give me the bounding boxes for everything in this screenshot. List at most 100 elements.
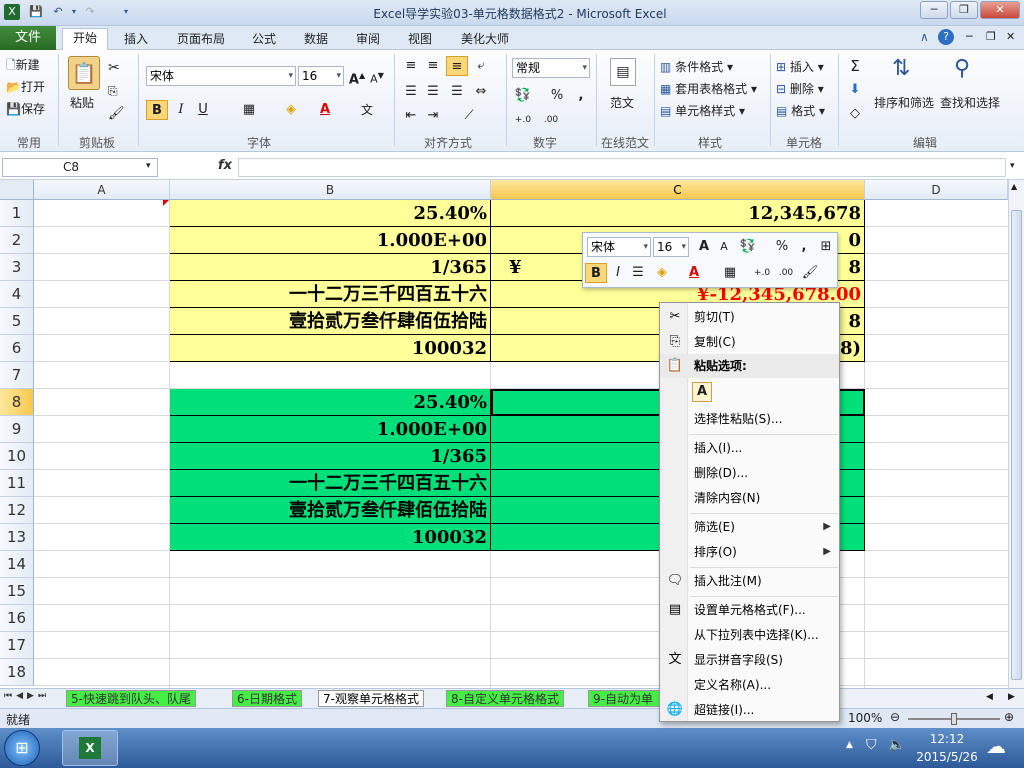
scroll-up-icon[interactable]: ▲: [1011, 182, 1017, 191]
close-button[interactable]: ✕: [980, 1, 1020, 19]
tray-volume-icon[interactable]: 🔈: [888, 737, 905, 753]
menu-item-pick-list[interactable]: 从下拉列表中选择(K)...: [660, 623, 839, 647]
clear-icon[interactable]: ◇: [844, 104, 866, 124]
currency-icon[interactable]: 💱: [512, 86, 534, 106]
menu-item-sort[interactable]: 排序(O) ▶: [660, 540, 839, 564]
bold-button[interactable]: B: [146, 100, 168, 120]
tray-shield-icon[interactable]: ⛉: [866, 737, 877, 753]
merge-center-icon[interactable]: ⇔: [470, 82, 492, 102]
conditional-format-button[interactable]: ▥ 条件格式 ▾: [660, 58, 733, 75]
maximize-button[interactable]: ❐: [950, 1, 978, 19]
name-box-dropdown-icon[interactable]: ▾: [146, 161, 151, 171]
mini-currency-icon[interactable]: 💱: [737, 237, 759, 257]
menu-item-copy[interactable]: ⎘ 复制(C): [660, 330, 839, 354]
table-format-button[interactable]: ▦ 套用表格格式 ▾: [660, 80, 757, 97]
customize-qat-icon[interactable]: ▾: [118, 4, 134, 20]
save-button[interactable]: 💾保存: [6, 100, 45, 117]
undo-icon[interactable]: ↶: [50, 4, 66, 20]
formula-input[interactable]: [238, 158, 1006, 177]
binoculars-icon[interactable]: ⚲: [954, 56, 970, 81]
mini-fill-color-icon[interactable]: ◈: [651, 263, 673, 283]
clock-time[interactable]: 12:12: [912, 732, 982, 746]
row-header-5[interactable]: 5: [0, 308, 34, 335]
row-header-16[interactable]: 16: [0, 605, 34, 632]
scroll-thumb[interactable]: [1011, 210, 1022, 680]
border-icon[interactable]: ▦: [238, 100, 260, 120]
row-header-12[interactable]: 12: [0, 497, 34, 524]
insert-cells-button[interactable]: ⊞ 插入 ▾: [776, 58, 824, 75]
row-header-17[interactable]: 17: [0, 632, 34, 659]
fill-down-icon[interactable]: ⬇: [844, 80, 866, 100]
tab-data[interactable]: 数据: [296, 30, 336, 50]
cell-b2[interactable]: 1.000E+00: [170, 227, 491, 254]
row-header-2[interactable]: 2: [0, 227, 34, 254]
menu-item-paste-special[interactable]: 选择性粘贴(S)...: [660, 407, 839, 431]
row-header-13[interactable]: 13: [0, 524, 34, 551]
mini-font-name-combo[interactable]: 宋体 ▾: [587, 237, 651, 257]
clock-date[interactable]: 2015/5/26: [912, 750, 982, 764]
find-select-button[interactable]: 查找和选择: [940, 94, 1000, 111]
tab-file[interactable]: 文件: [0, 26, 56, 50]
excel-logo-icon[interactable]: X: [4, 4, 20, 20]
font-size-combo[interactable]: 16 ▾: [298, 66, 344, 86]
zoom-out-icon[interactable]: ⊖: [890, 710, 900, 724]
increase-decimal-icon[interactable]: +.0: [512, 110, 534, 130]
zoom-slider-thumb[interactable]: [951, 713, 957, 725]
font-name-combo[interactable]: 宋体 ▾: [146, 66, 296, 86]
cell-b6[interactable]: 100032: [170, 335, 491, 362]
sheet-tab-9[interactable]: 9-自动为单: [588, 690, 662, 707]
format-cells-button[interactable]: ▤ 格式 ▾: [776, 102, 825, 119]
cell-b11[interactable]: 一十二万三千四百五十六: [170, 470, 491, 497]
underline-button[interactable]: U: [192, 100, 214, 120]
row-header-18[interactable]: 18: [0, 659, 34, 686]
align-center-icon[interactable]: ☰: [422, 82, 444, 102]
taskbar-excel[interactable]: X: [62, 730, 118, 766]
align-bottom-icon[interactable]: ≡: [446, 56, 468, 76]
name-box[interactable]: C8: [2, 158, 158, 177]
mini-increase-decimal-icon[interactable]: +.0: [751, 263, 773, 283]
menu-item-define-name[interactable]: 定义名称(A)...: [660, 673, 839, 697]
cell-b1[interactable]: 25.40%: [170, 200, 491, 227]
scroll-right-icon[interactable]: ▶: [1008, 692, 1015, 702]
menu-item-format-cells[interactable]: ▤ 设置单元格格式(F)...: [660, 598, 839, 622]
menu-item-phonetic[interactable]: 文显示拼音字段(S): [660, 648, 839, 672]
column-header-d[interactable]: D: [865, 180, 1008, 200]
horizontal-scrollbar[interactable]: ◀ ▶: [840, 688, 1024, 708]
copy-icon[interactable]: ⎘: [108, 84, 118, 99]
align-left-icon[interactable]: ☰: [400, 82, 422, 102]
mini-comma-icon[interactable]: ,: [793, 237, 815, 257]
autosum-icon[interactable]: Σ: [844, 56, 866, 76]
cell-b3[interactable]: 1/365: [170, 254, 491, 281]
expand-formula-icon[interactable]: ▾: [1010, 161, 1015, 171]
menu-item-delete[interactable]: 删除(D)...: [660, 461, 839, 485]
new-button[interactable]: 🗋新建: [6, 56, 40, 77]
mini-grow-font-icon[interactable]: A: [693, 237, 715, 257]
fanwen-button[interactable]: 范文: [610, 94, 634, 111]
select-all-corner[interactable]: [0, 180, 34, 200]
tray-expand-icon[interactable]: ▲: [846, 740, 853, 750]
tab-home[interactable]: 开始: [62, 28, 108, 51]
cell-b8[interactable]: 25.40%: [170, 389, 491, 416]
menu-item-clear[interactable]: 清除内容(N): [660, 486, 839, 510]
shrink-font-icon[interactable]: A▼: [366, 66, 388, 86]
undo-dropdown-icon[interactable]: ▾: [66, 4, 82, 20]
ribbon-collapse-icon[interactable]: ∧: [920, 30, 929, 44]
sort-filter-button[interactable]: 排序和筛选: [874, 94, 934, 111]
vertical-scrollbar[interactable]: ▲: [1008, 180, 1024, 688]
cell-b10[interactable]: 1/365: [170, 443, 491, 470]
column-header-c[interactable]: C: [491, 180, 865, 200]
cell-style-button[interactable]: ▤ 单元格样式 ▾: [660, 102, 745, 119]
align-right-icon[interactable]: ☰: [446, 82, 468, 102]
row-header-1[interactable]: 1: [0, 200, 34, 227]
paste-button[interactable]: 粘贴: [70, 94, 94, 111]
sheet-tab-7-active[interactable]: 7-观察单元格格式: [318, 690, 424, 707]
cell-c1[interactable]: 12,345,678: [491, 200, 865, 227]
row-header-14[interactable]: 14: [0, 551, 34, 578]
mini-font-size-combo[interactable]: 16 ▾: [653, 237, 689, 257]
menu-item-insert-comment[interactable]: 🗨 插入批注(M): [660, 569, 839, 593]
wrap-text-icon[interactable]: ⤶: [470, 56, 492, 76]
format-painter-icon[interactable]: 🖌: [108, 106, 125, 121]
column-header-a[interactable]: A: [34, 180, 170, 200]
open-button[interactable]: 📂打开: [6, 78, 45, 95]
row-header-9[interactable]: 9: [0, 416, 34, 443]
